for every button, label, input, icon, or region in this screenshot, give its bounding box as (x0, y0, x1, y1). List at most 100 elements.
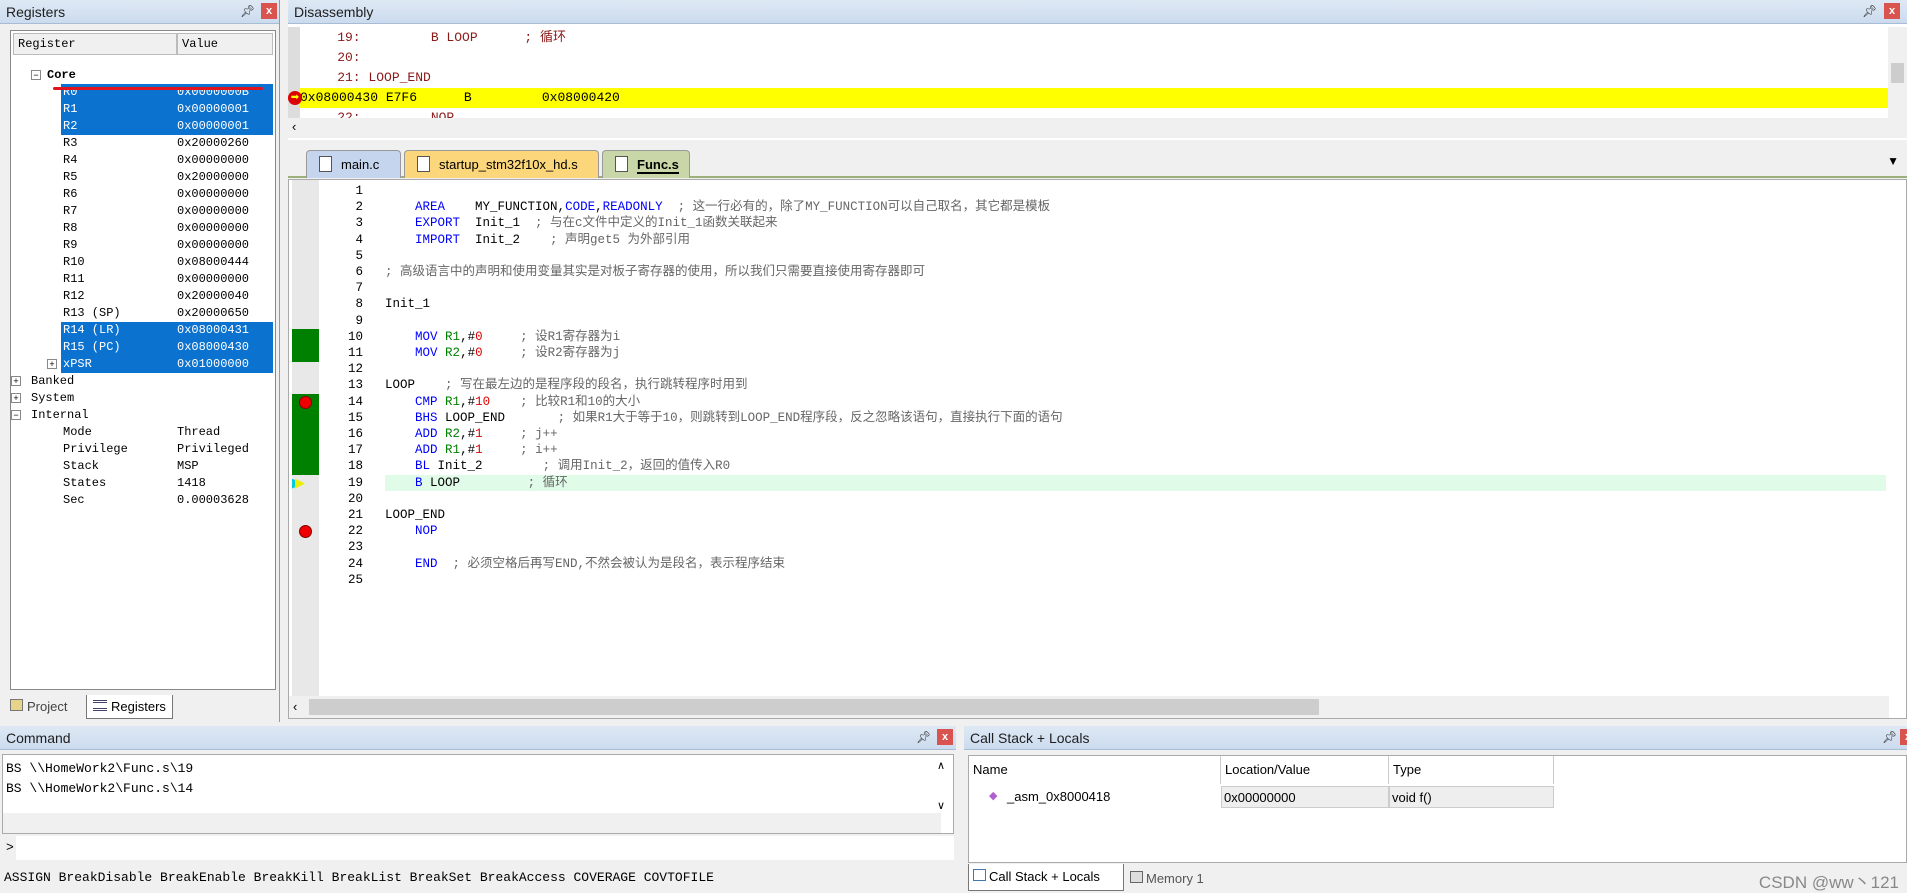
close-icon[interactable]: x (261, 3, 277, 19)
column-name[interactable]: Name (969, 756, 1221, 784)
register-value[interactable]: 0x00000000 (177, 186, 249, 203)
register-value[interactable]: 0x00000000 (177, 220, 249, 237)
code-token: EXPORT (415, 216, 461, 231)
register-row[interactable]: R10 0x08000444 (61, 254, 273, 271)
scroll-down-icon[interactable]: ∨ (937, 799, 945, 812)
code-editor[interactable]: 1 2 3 4 5 6 7 8 9 10 11 12 13 14 15 16 17 18 19 ▶ 20 21 22 23 24… (288, 179, 1907, 719)
register-tree[interactable]: Register Value − Core R0 0x0000000B R1 0x0000… (10, 30, 276, 690)
column-register[interactable]: Register (13, 33, 177, 55)
register-value[interactable]: 0x00000001 (177, 118, 249, 135)
disassembly-hscrollbar[interactable]: ‹ (288, 118, 1888, 138)
pin-icon[interactable]: 📌︎ (916, 730, 931, 744)
tree-group-core[interactable]: Core (47, 67, 76, 84)
register-row[interactable]: R4 0x00000000 (61, 152, 273, 169)
group-toggle[interactable]: + (11, 393, 21, 403)
command-input[interactable] (16, 836, 954, 860)
register-row[interactable]: R1 0x00000001 (61, 101, 273, 118)
code-line[interactable]: END ; 必须空格后再写END,不然会被认为是段名，表示程序结束 (385, 556, 785, 572)
register-value[interactable]: 0x20000000 (177, 169, 249, 186)
register-row[interactable]: R7 0x00000000 (61, 203, 273, 220)
code-line[interactable]: LOOP_END (385, 507, 445, 523)
register-value[interactable]: 0x00000000 (177, 271, 249, 288)
register-value[interactable]: 0x00000000 (177, 203, 249, 220)
disassembly-line[interactable]: 19: B LOOP ; 循环 (306, 28, 566, 48)
register-row[interactable]: R14 (LR) 0x08000431 (61, 322, 273, 339)
collapse-core-toggle[interactable]: − (31, 70, 41, 80)
register-value[interactable]: 0x20000040 (177, 288, 249, 305)
register-value[interactable]: 0x20000260 (177, 135, 249, 152)
current-instruction[interactable]: 0x08000430 E7F6 B 0x08000420 (300, 88, 1888, 108)
code-line[interactable]: ; 高级语言中的声明和使用变量其实是对板子寄存器的使用，所以我们只需要直接使用寄… (385, 264, 925, 280)
table-row[interactable]: ◆ _asm_0x8000418 0x00000000 void f() (969, 786, 1554, 808)
tab-registers[interactable]: Registers (86, 695, 173, 719)
register-row[interactable]: R2 0x00000001 (61, 118, 273, 135)
column-type[interactable]: Type (1389, 756, 1554, 784)
register-row[interactable]: xPSR 0x01000000 (61, 356, 273, 373)
code-token: LOOP_END (385, 508, 446, 522)
breakpoint-icon[interactable] (299, 395, 312, 409)
register-row[interactable]: R11 0x00000000 (61, 271, 273, 288)
register-value[interactable]: 0x08000430 (177, 339, 249, 356)
close-icon[interactable]: x (1900, 729, 1907, 745)
disassembly-vscrollbar[interactable] (1888, 27, 1907, 138)
register-row[interactable]: R3 0x20000260 (61, 135, 273, 152)
pin-icon[interactable]: 📌︎ (1862, 4, 1877, 18)
tree-group-banked[interactable]: Banked (31, 373, 74, 390)
register-value[interactable]: 0x00000000 (177, 152, 249, 169)
tree-group-system[interactable]: System (31, 390, 74, 407)
register-value[interactable]: 0x01000000 (177, 356, 249, 373)
code-line[interactable]: BL Init_2 ; 调用Init_2，返回的值传入R0 (385, 458, 730, 474)
register-row[interactable]: R13 (SP) 0x20000650 (61, 305, 273, 322)
column-value[interactable]: Value (177, 33, 273, 55)
register-value[interactable]: 0x08000431 (177, 322, 249, 339)
tab-callstack[interactable]: Call Stack + Locals (968, 864, 1124, 891)
scroll-up-icon[interactable]: ∧ (937, 759, 945, 772)
disassembly-panel: Disassembly 📌︎ x 19: B LOOP ; 循环 20: 21:… (288, 0, 1907, 140)
code-line[interactable]: ADD R2,#1 ; j++ (385, 426, 558, 442)
expand-xpsr-toggle[interactable]: + (47, 359, 57, 369)
tab-project[interactable]: Project (4, 695, 73, 719)
tab-func-s[interactable]: Func.s (602, 150, 690, 178)
code-line[interactable]: EXPORT Init_1 ; 与在c文件中定义的Init_1函数关联起来 (385, 215, 778, 231)
code-line[interactable]: AREA MY_FUNCTION,CODE,READONLY ; 这一行必有的，… (385, 199, 1050, 215)
register-row[interactable]: R9 0x00000000 (61, 237, 273, 254)
register-value[interactable]: 0x20000650 (177, 305, 249, 322)
code-token: ; 与在c文件中定义的Init_1函数关联起来 (535, 216, 778, 231)
code-line[interactable]: NOP (385, 523, 438, 539)
register-row[interactable]: R15 (PC) 0x08000430 (61, 339, 273, 356)
disassembly-line[interactable]: 20: (306, 48, 368, 68)
tab-list-dropdown-icon[interactable]: ▼ (1887, 154, 1899, 168)
register-value[interactable]: 0x08000444 (177, 254, 249, 271)
code-line[interactable]: ADD R1,#1 ; i++ (385, 442, 558, 458)
tree-group-internal[interactable]: Internal (31, 407, 89, 424)
code-line[interactable]: MOV R1,#0 ; 设R1寄存器为i (385, 329, 620, 345)
group-toggle[interactable]: − (11, 410, 21, 420)
close-icon[interactable]: x (937, 729, 953, 745)
group-toggle[interactable]: + (11, 376, 21, 386)
column-location[interactable]: Location/Value (1221, 756, 1389, 784)
disassembly-line[interactable]: 21: LOOP_END (306, 68, 431, 88)
pin-icon[interactable]: 📌︎ (1882, 730, 1897, 744)
editor-hscrollbar[interactable]: ‹ (289, 696, 1889, 718)
code-line[interactable]: BHS LOOP_END ; 如果R1大于等于10，则跳转到LOOP_END程序… (385, 410, 1063, 426)
close-icon[interactable]: x (1884, 3, 1900, 19)
disassembly-line[interactable]: 22: NOP (306, 108, 454, 118)
register-row[interactable]: R6 0x00000000 (61, 186, 273, 203)
command-hscrollbar[interactable] (3, 813, 941, 833)
code-line[interactable]: IMPORT Init_2 ; 声明get5 为外部引用 (385, 232, 690, 248)
code-line[interactable]: MOV R2,#0 ; 设R2寄存器为j (385, 345, 620, 361)
code-line[interactable]: CMP R1,#10 ; 比较R1和10的大小 (385, 394, 640, 410)
code-line[interactable]: LOOP ; 写在最左边的是程序段的段名，执行跳转程序时用到 (385, 377, 748, 393)
register-row[interactable]: R8 0x00000000 (61, 220, 273, 237)
tab-main-c[interactable]: main.c (306, 150, 401, 178)
register-row[interactable]: R5 0x20000000 (61, 169, 273, 186)
register-value[interactable]: 0x00000001 (177, 101, 249, 118)
code-line[interactable]: B LOOP ; 循环 (385, 474, 1886, 491)
command-output[interactable]: BS \\HomeWork2\Func.s\19 BS \\HomeWork2\… (2, 754, 954, 834)
pin-icon[interactable]: 📌︎ (240, 4, 255, 18)
register-row[interactable]: R12 0x20000040 (61, 288, 273, 305)
register-value[interactable]: 0x00000000 (177, 237, 249, 254)
tab-startup[interactable]: startup_stm32f10x_hd.s (404, 150, 599, 178)
code-line[interactable]: Init_1 (385, 296, 430, 312)
tab-memory[interactable]: Memory 1 (1126, 866, 1208, 891)
